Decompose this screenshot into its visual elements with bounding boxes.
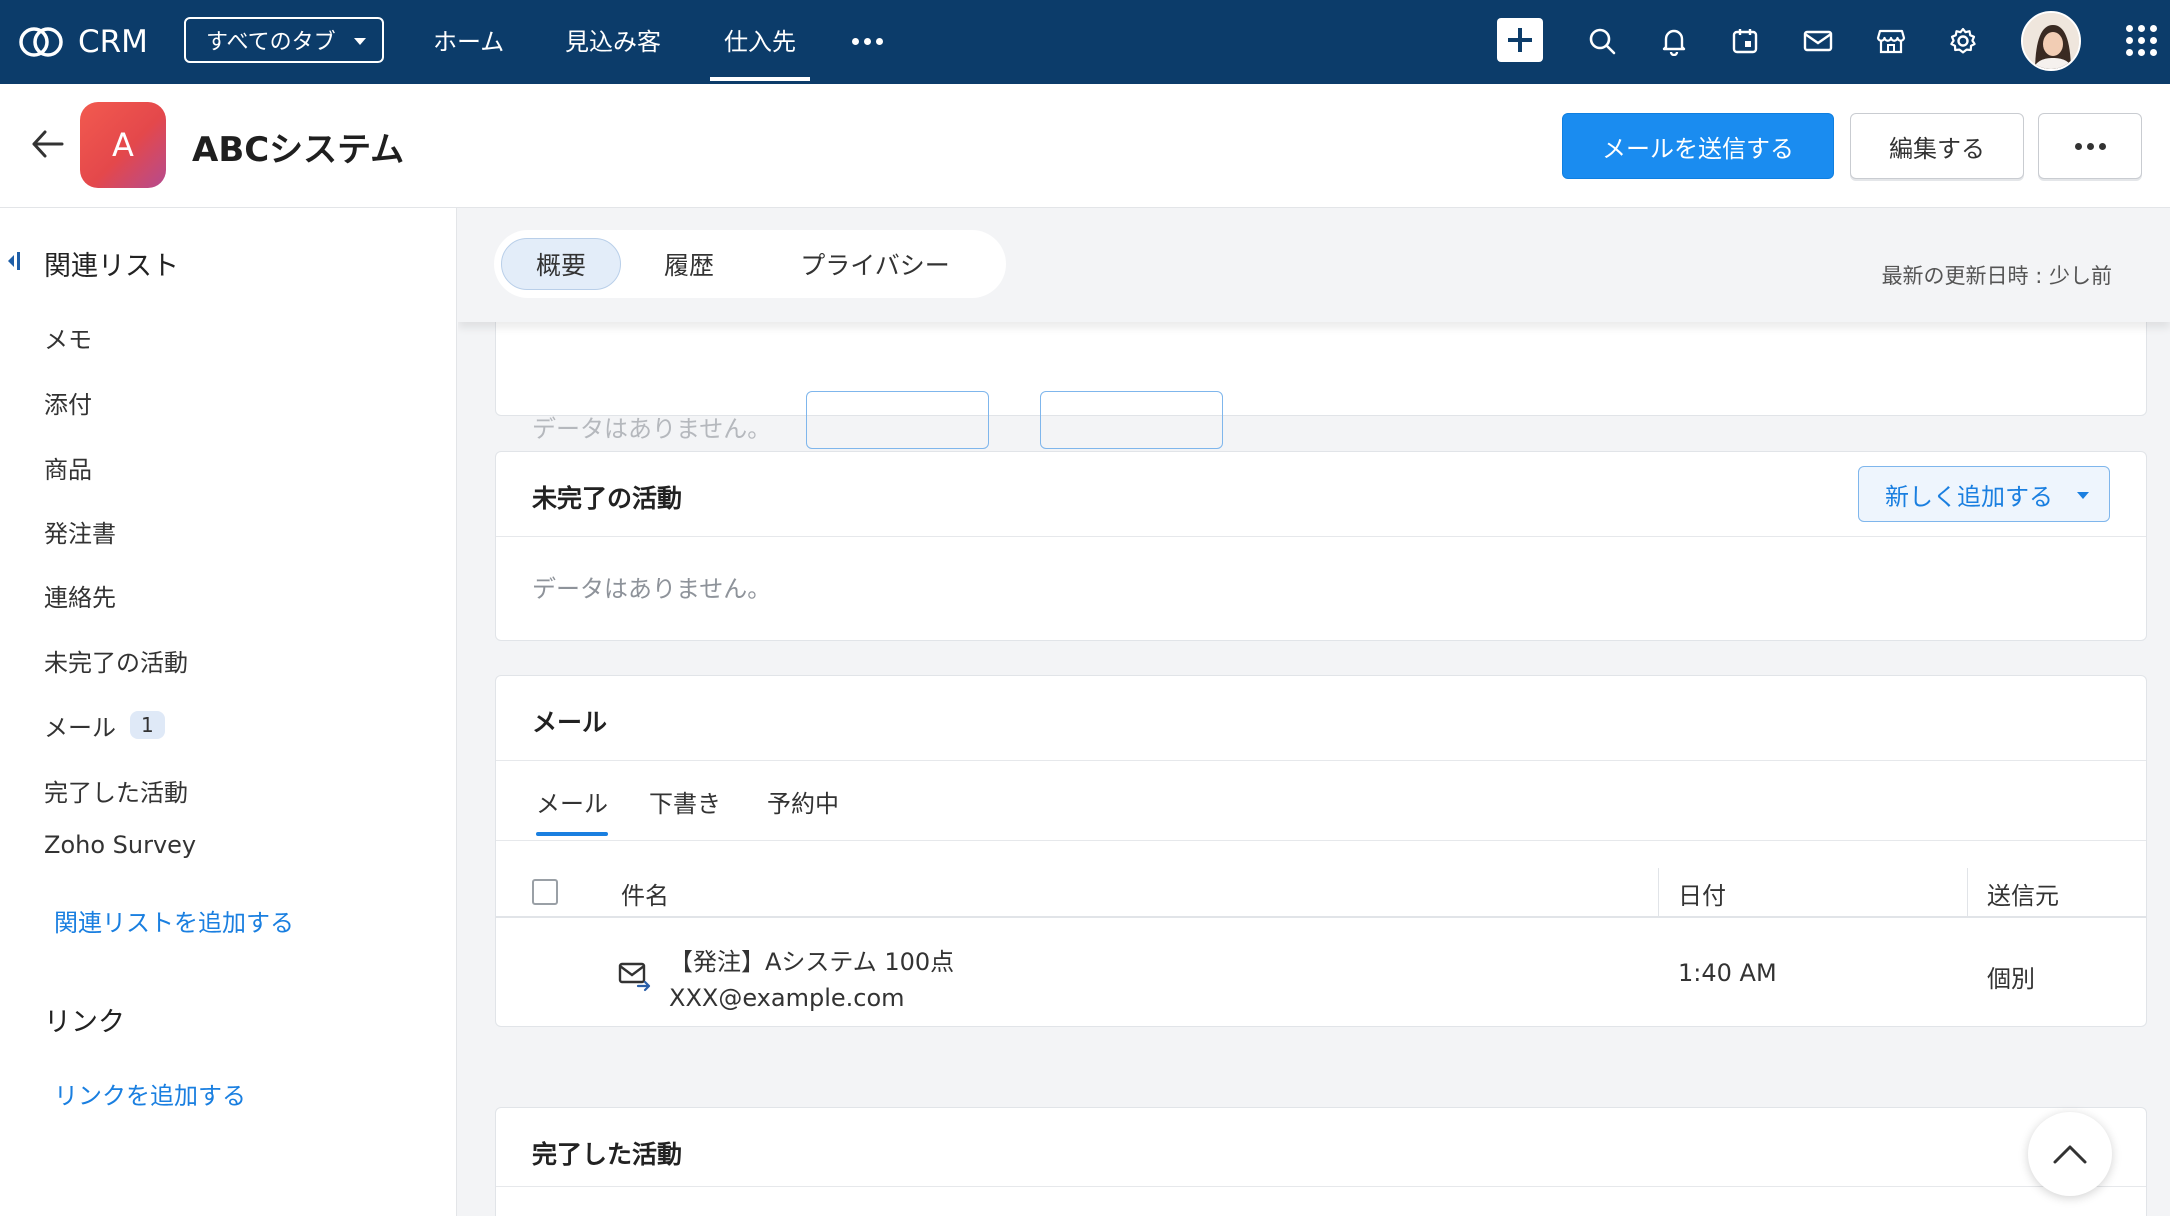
chevron-down-icon: [354, 38, 366, 45]
sidebar-item-open-activities[interactable]: 未完了の活動: [44, 643, 188, 678]
tab-history[interactable]: 履歴: [634, 238, 744, 290]
calendar-icon[interactable]: [1722, 18, 1768, 64]
all-tabs-dropdown[interactable]: すべてのタブ: [184, 17, 384, 63]
mail-subject[interactable]: 【発注】Aシステム 100点: [669, 942, 954, 977]
collapse-sidebar-icon[interactable]: [6, 250, 22, 272]
subtab-drafts[interactable]: 下書き: [649, 784, 721, 819]
sidebar-item-products[interactable]: 商品: [44, 450, 92, 485]
chevron-up-icon: [2053, 1145, 2087, 1164]
record-title: ABCシステム: [192, 130, 405, 170]
open-activities-title: 未完了の活動: [532, 484, 683, 513]
back-arrow-icon[interactable]: [30, 126, 66, 162]
crm-logo-icon: [19, 27, 63, 57]
sidebar-item-closed-activities[interactable]: 完了した活動: [44, 773, 188, 808]
sidebar-item-contacts[interactable]: 連絡先: [44, 578, 116, 613]
column-divider[interactable]: [1658, 868, 1659, 918]
partial-new-button[interactable]: [1040, 391, 1223, 449]
gear-icon[interactable]: [1940, 18, 1986, 64]
sidebar-item-mail-label: メール: [44, 714, 116, 742]
subtab-scheduled[interactable]: 予約中: [767, 784, 839, 819]
divider: [496, 1186, 2146, 1187]
links-heading: リンク: [44, 1007, 125, 1038]
open-activities-empty: データはありません。: [532, 575, 772, 603]
nav-home[interactable]: ホーム: [433, 22, 504, 62]
plus-icon[interactable]: [1497, 18, 1543, 62]
nav-vendors[interactable]: 仕入先: [710, 22, 810, 81]
apps-grid-icon[interactable]: [2126, 25, 2157, 56]
sidebar-item-notes[interactable]: メモ: [44, 320, 92, 355]
sent-mail-icon: [618, 962, 651, 992]
subtab-mail[interactable]: メール: [536, 784, 608, 836]
bell-icon[interactable]: [1651, 18, 1697, 64]
store-icon[interactable]: [1868, 18, 1914, 64]
add-new-label: 新しく追加する: [1885, 482, 2053, 511]
more-actions-button[interactable]: [2038, 113, 2142, 179]
all-tabs-label: すべてのタブ: [206, 30, 336, 55]
record-avatar: A: [80, 102, 166, 188]
search-icon[interactable]: [1579, 18, 1625, 64]
table-row[interactable]: 【発注】Aシステム 100点 XXX@example.com 1:40 AM 個…: [496, 918, 2146, 1026]
record-tabs: 概要 履歴 プライバシー: [494, 230, 1006, 298]
related-list-heading: 関連リスト: [44, 251, 179, 282]
scroll-to-top-button[interactable]: [2028, 1112, 2112, 1196]
partial-empty-text: データはありません。: [532, 415, 772, 443]
divider: [496, 840, 2146, 841]
mail-card: メール メール 下書き 予約中 件名 日付 送信元 【発注】Aシステム 100点…: [495, 675, 2147, 1027]
mail-source: 個別: [1987, 965, 2035, 993]
column-header-subject[interactable]: 件名: [621, 876, 669, 911]
mail-subtabs: メール 下書き 予約中: [496, 760, 2146, 840]
column-header-date[interactable]: 日付: [1678, 876, 1726, 911]
add-new-button[interactable]: 新しく追加する: [1858, 466, 2110, 522]
nav-leads[interactable]: 見込み客: [565, 22, 661, 62]
tab-privacy[interactable]: プライバシー: [756, 238, 994, 290]
closed-activities-title: 完了した活動: [532, 1140, 683, 1169]
record-tabs-bar: 概要 履歴 プライバシー 最新の更新日時 : 少し前: [458, 208, 2170, 322]
tab-overview[interactable]: 概要: [501, 238, 621, 290]
column-divider[interactable]: [1967, 868, 1968, 918]
send-mail-button[interactable]: メールを送信する: [1562, 113, 1834, 179]
nav-more-icon[interactable]: [852, 38, 883, 45]
closed-activities-card: 完了した活動: [495, 1107, 2147, 1216]
mail-icon[interactable]: [1795, 18, 1841, 64]
divider: [496, 536, 2146, 537]
partial-assign-button[interactable]: [806, 391, 989, 449]
mail-card-title: メール: [532, 708, 608, 737]
sidebar-item-attachments[interactable]: 添付: [44, 385, 92, 420]
sidebar-item-purchase-orders[interactable]: 発注書: [44, 514, 116, 549]
edit-button[interactable]: 編集する: [1850, 113, 2024, 179]
last-updated-text: 最新の更新日時 : 少し前: [1881, 264, 2112, 288]
top-nav: CRM すべてのタブ ホーム 見込み客 仕入先: [0, 0, 2170, 84]
open-activities-card: 未完了の活動 新しく追加する データはありません。: [495, 451, 2147, 641]
mail-count-badge: 1: [130, 711, 165, 739]
related-list-sidebar: 関連リスト メモ 添付 商品 発注書 連絡先 未完了の活動 メール 1 完了した活…: [0, 208, 457, 1216]
sidebar-item-zoho-survey[interactable]: Zoho Survey: [44, 831, 196, 859]
mail-address: XXX@example.com: [669, 984, 905, 1012]
column-header-source[interactable]: 送信元: [1987, 876, 2059, 911]
main-content: 概要 履歴 プライバシー 最新の更新日時 : 少し前 データはありません。 未完…: [458, 208, 2170, 1216]
avatar[interactable]: [2021, 11, 2081, 71]
add-link-link[interactable]: リンクを追加する: [54, 1076, 246, 1111]
select-all-checkbox[interactable]: [532, 879, 558, 905]
chevron-down-icon: [2077, 492, 2089, 499]
more-icon: [2074, 142, 2106, 150]
mail-date: 1:40 AM: [1678, 959, 1777, 987]
logo-text: CRM: [78, 24, 148, 60]
add-related-list-link[interactable]: 関連リストを追加する: [54, 903, 294, 938]
sidebar-item-mail[interactable]: メール 1: [44, 708, 165, 743]
record-header: A ABCシステム メールを送信する 編集する: [0, 84, 2170, 208]
partial-card: データはありません。: [495, 308, 2147, 449]
crm-logo[interactable]: CRM: [18, 20, 148, 64]
